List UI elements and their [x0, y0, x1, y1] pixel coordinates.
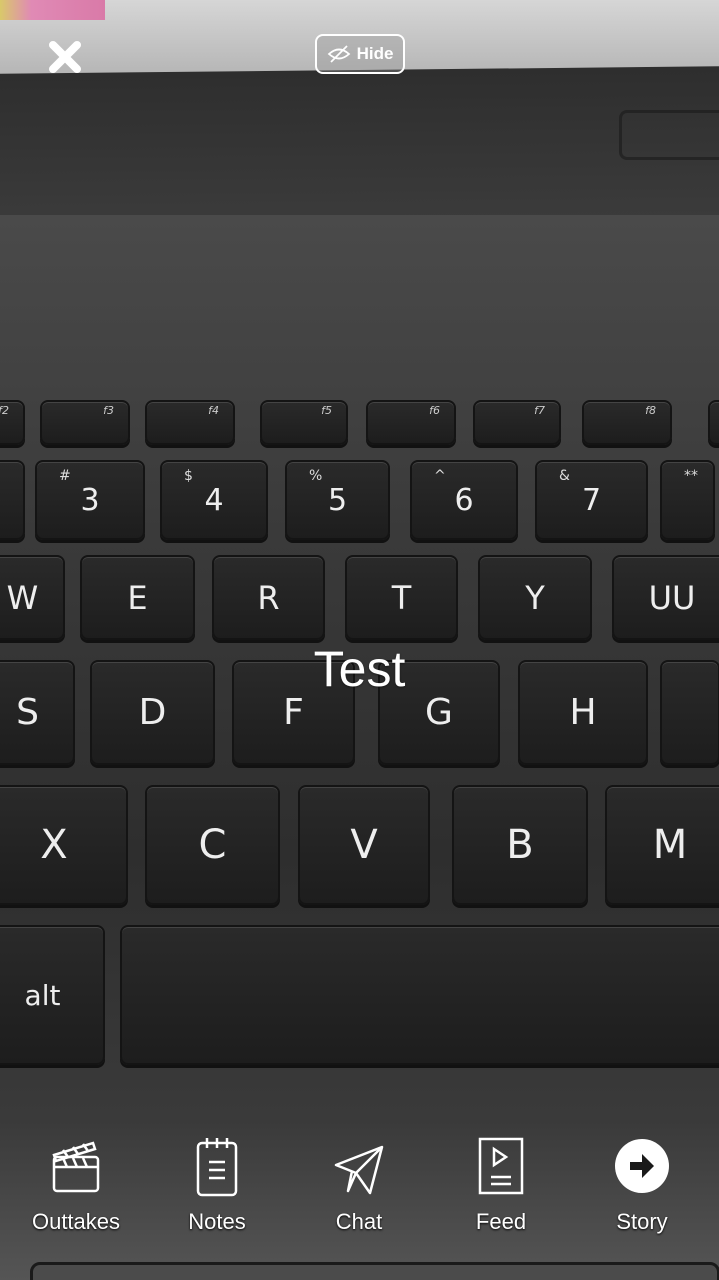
key-sublabel: #: [59, 468, 71, 484]
hide-label: Hide: [356, 44, 394, 63]
nav-story-label: Story: [616, 1209, 668, 1234]
key-label: R: [257, 578, 280, 617]
nav-chat-label: Chat: [335, 1209, 383, 1234]
keyboard-key: alt: [0, 925, 105, 1065]
nav-chat[interactable]: Chat: [294, 1135, 424, 1235]
paper-plane-icon: [334, 1145, 384, 1195]
nav-story[interactable]: Story: [577, 1135, 707, 1235]
key-sublabel: &: [559, 468, 570, 484]
key-label: C: [198, 822, 227, 868]
laptop-hinge: [0, 66, 719, 224]
key-sublabel: $: [184, 468, 193, 484]
bottom-nav: Outtakes Notes Chat Feed Story: [0, 1135, 719, 1245]
keyboard-key: E: [80, 555, 195, 640]
key-fn-label: f3: [103, 404, 114, 417]
key-fn-label: f5: [321, 404, 332, 417]
key-label: G: [425, 692, 453, 733]
keyboard-key: f2: [0, 400, 25, 445]
key-label: 3: [80, 482, 100, 518]
clapperboard-icon: [52, 1141, 100, 1193]
key-label: alt: [24, 978, 61, 1012]
key-label: 5: [327, 482, 348, 518]
key-label: W: [6, 578, 39, 617]
key-label: M: [652, 822, 688, 868]
key-label: E: [127, 578, 148, 617]
notepad-icon: [196, 1138, 238, 1197]
nav-outtakes-label: Outtakes: [31, 1209, 121, 1234]
keyboard-key: 3 #: [35, 460, 145, 540]
arrow-circle-icon: [615, 1139, 669, 1193]
keyboard-key: [0, 460, 25, 540]
keyboard-key: f4: [145, 400, 235, 445]
keyboard-key: X: [0, 785, 128, 905]
keyboard-key: 6 ^: [410, 460, 518, 540]
key-fn-label: f8: [645, 404, 656, 417]
keyboard-key: f6: [366, 400, 456, 445]
keyboard-key: T: [345, 555, 458, 640]
key-label: V: [350, 822, 378, 868]
keyboard-key: [120, 925, 719, 1065]
key-label: 7: [581, 482, 602, 518]
key-label: D: [138, 692, 167, 733]
keyboard-key: R: [212, 555, 325, 640]
key-fn-label: f6: [429, 404, 440, 417]
hide-button[interactable]: Hide: [315, 34, 405, 74]
touchpad-edge: [30, 1262, 719, 1280]
caption-text[interactable]: Test: [0, 640, 719, 698]
key-label: 4: [204, 482, 224, 518]
keyboard-key: M: [605, 785, 719, 905]
nav-outtakes[interactable]: Outtakes: [11, 1135, 141, 1235]
laptop-logo: [619, 110, 719, 160]
key-label: F: [283, 692, 304, 733]
eye-slash-icon: [327, 45, 350, 63]
keyboard-key: C: [145, 785, 280, 905]
key-label: H: [569, 692, 597, 733]
key-fn-label: f2: [0, 404, 9, 417]
close-button[interactable]: [46, 38, 84, 76]
key-fn-label: f7: [534, 404, 545, 417]
nav-feed[interactable]: Feed: [436, 1135, 566, 1235]
keyboard-key: [708, 400, 719, 445]
key-label: 6: [454, 482, 474, 518]
keyboard-key: f5: [260, 400, 348, 445]
keyboard-key: 5%: [285, 460, 390, 540]
keyboard-key: f7: [473, 400, 561, 445]
key-label: T: [391, 578, 412, 617]
keyboard-key: 4 $: [160, 460, 268, 540]
nav-notes-label: Notes: [188, 1209, 246, 1234]
keyboard-key: W: [0, 555, 65, 640]
keyboard-key: f8: [582, 400, 672, 445]
keyboard-key: UU: [612, 555, 719, 640]
key-label: UU: [648, 578, 696, 617]
key-sublabel: %: [309, 468, 323, 484]
keyboard-key: V: [298, 785, 430, 905]
key-label: X: [40, 822, 68, 868]
play-document-icon: [478, 1137, 524, 1195]
keyboard-key: 7 &: [535, 460, 648, 540]
nav-feed-label: Feed: [475, 1209, 527, 1234]
keyboard-key: B: [452, 785, 588, 905]
key-label: Y: [525, 578, 545, 617]
key-label: B: [506, 822, 534, 868]
key-sublabel: **: [684, 468, 698, 484]
key-fn-label: f4: [208, 404, 219, 417]
keyboard-key: Y: [478, 555, 592, 640]
background-object: [0, 0, 105, 20]
nav-notes[interactable]: Notes: [152, 1135, 282, 1235]
key-sublabel: ^: [434, 468, 446, 484]
keyboard-key: **: [660, 460, 715, 540]
keyboard-key: f3: [40, 400, 130, 445]
key-label: S: [16, 692, 39, 733]
